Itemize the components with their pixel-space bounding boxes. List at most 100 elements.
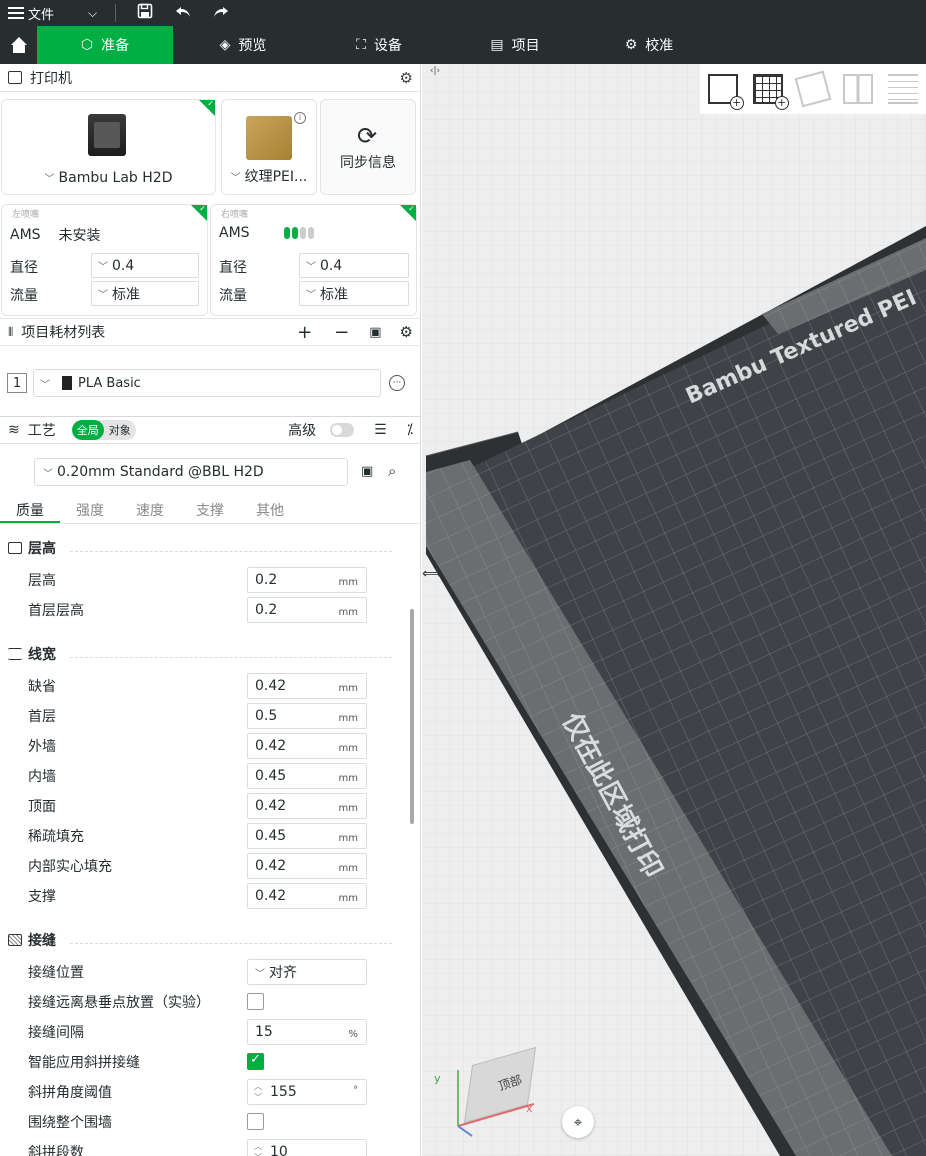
- sync-info-button[interactable]: ⟳ 同步信息: [320, 99, 416, 195]
- toggle-global[interactable]: 全局: [71, 420, 104, 440]
- more-options-icon[interactable]: ···: [389, 375, 405, 391]
- plate-type-card[interactable]: i ﹀ 纹理PEI...: [221, 99, 317, 195]
- printer-section-title: 打印机: [30, 70, 72, 87]
- add-cube-button[interactable]: +: [707, 74, 744, 110]
- list-view-icon[interactable]: ☰: [374, 422, 387, 438]
- scarf-seam-label: 智能应用斜拼接缝: [28, 1055, 140, 1071]
- process-preset-select[interactable]: ﹀ 0.20mm Standard @BBL H2D: [34, 458, 348, 486]
- ams-unit-icon[interactable]: [283, 227, 314, 239]
- advanced-switch[interactable]: [330, 423, 355, 437]
- param-label: 外墙: [28, 739, 56, 755]
- printer-settings-gear-icon[interactable]: ⚙: [400, 69, 413, 87]
- plus-icon: +: [774, 96, 789, 110]
- subtab-strength[interactable]: 强度: [60, 496, 120, 523]
- subtab-other[interactable]: 其他: [240, 496, 300, 523]
- tab-calibrate[interactable]: ⚙ 校准: [585, 26, 713, 64]
- build-plate[interactable]: Bambu Textured PEI 仅在此区域打印: [422, 64, 926, 1156]
- right-diameter-select[interactable]: ﹀ 0.4: [299, 253, 409, 278]
- orient-button[interactable]: [794, 70, 832, 108]
- 3d-viewport[interactable]: Bambu Textured PEI 仅在此区域打印 ‹|› ⟺ + + 顶部 …: [422, 64, 926, 1156]
- printer-model-card[interactable]: ﹀Bambu Lab H2D: [1, 99, 216, 195]
- left-diameter-select[interactable]: ﹀ 0.4: [91, 253, 199, 278]
- spinner-arrows-icon[interactable]: ︿﹀: [254, 1141, 262, 1156]
- add-filament-icon[interactable]: +: [297, 322, 312, 343]
- first-layer-height-input[interactable]: 0.2 mm: [247, 597, 367, 623]
- chevron-down-icon[interactable]: ﹀: [231, 173, 241, 184]
- entire-wall-label: 围绕整个围墙: [28, 1115, 112, 1131]
- filament-index[interactable]: 1: [7, 373, 27, 393]
- param-value: 0.45: [255, 768, 287, 784]
- param-label: 缺省: [28, 679, 56, 695]
- seam-gap-value: 15: [255, 1024, 273, 1040]
- scarf-steps-label: 斜拼段数: [28, 1145, 84, 1156]
- left-flow-select[interactable]: ﹀ 标准: [91, 281, 199, 306]
- param-value: 0.42: [255, 798, 287, 814]
- toggle-object[interactable]: 对象: [104, 420, 136, 440]
- collapse-panel-icon[interactable]: ‹|›: [426, 66, 444, 80]
- viewport-toolbar: + +: [700, 64, 926, 114]
- line-width-group: 线宽: [8, 644, 56, 664]
- navigation-cube[interactable]: 顶部 x y: [434, 1046, 537, 1137]
- tab-prepare[interactable]: ⬡ 准备: [37, 26, 173, 64]
- info-icon[interactable]: i: [294, 112, 306, 124]
- line-width-outer-wall-input[interactable]: 0.42 mm: [247, 733, 367, 759]
- param-unit: mm: [338, 893, 358, 904]
- layers-view-button[interactable]: [888, 74, 919, 104]
- undo-icon[interactable]: [164, 4, 202, 23]
- line-width-inner-wall-input[interactable]: 0.45 mm: [247, 763, 367, 789]
- search-icon[interactable]: ⌕: [388, 462, 396, 480]
- param-unit: mm: [338, 713, 358, 724]
- save-preset-icon[interactable]: ▣: [361, 464, 373, 479]
- left-diameter-label: 直径: [10, 260, 38, 276]
- left-flow-label: 流量: [10, 288, 38, 304]
- tab-device[interactable]: ⛶ 设备: [313, 26, 445, 64]
- spinner-arrows-icon[interactable]: ︿﹀: [254, 1081, 262, 1103]
- fit-view-button[interactable]: ⌖: [562, 1106, 594, 1138]
- tab-project[interactable]: ▤ 项目: [445, 26, 585, 64]
- save-icon[interactable]: [126, 3, 164, 23]
- seam-gap-input[interactable]: 15%: [247, 1019, 367, 1045]
- chevron-down-icon[interactable]: ⌵: [88, 6, 97, 21]
- line-width-solid-infill-input[interactable]: 0.42 mm: [247, 853, 367, 879]
- title-bar: 文件 ⌵: [0, 0, 926, 26]
- selected-check-icon: [199, 99, 215, 116]
- add-plate-button[interactable]: +: [752, 74, 789, 110]
- line-width-sparse-infill-input[interactable]: 0.45 mm: [247, 823, 367, 849]
- remove-filament-icon[interactable]: −: [334, 322, 349, 343]
- param-label: 支撑: [28, 889, 56, 905]
- chevron-down-icon[interactable]: ﹀: [45, 174, 55, 185]
- seam-away-checkbox[interactable]: [247, 993, 264, 1010]
- line-width-top-surface-input[interactable]: 0.42 mm: [247, 793, 367, 819]
- subtab-quality[interactable]: 质量: [0, 496, 60, 523]
- left-diameter-value: 0.4: [112, 257, 135, 274]
- compare-icon[interactable]: ⁒: [407, 422, 413, 438]
- line-width-first-layer-input[interactable]: 0.5 mm: [247, 703, 367, 729]
- subtab-speed[interactable]: 速度: [120, 496, 180, 523]
- scarf-steps-value: 10: [270, 1144, 288, 1156]
- line-width-default-input[interactable]: 0.42 mm: [247, 673, 367, 699]
- line-width-title: 线宽: [28, 647, 56, 663]
- filament-sync-icon[interactable]: ▣: [369, 325, 381, 340]
- scarf-steps-spinner[interactable]: ︿﹀ 10: [247, 1139, 367, 1156]
- tab-preview[interactable]: ◈ 预览: [173, 26, 313, 64]
- subtab-support[interactable]: 支撑: [180, 496, 240, 523]
- global-object-toggle[interactable]: 全局 对象: [71, 420, 136, 440]
- home-button[interactable]: [0, 26, 37, 64]
- arrange-button[interactable]: [843, 74, 874, 104]
- line-width-support-input[interactable]: 0.42 mm: [247, 883, 367, 909]
- plate-type-label: ﹀ 纹理PEI...: [222, 166, 316, 186]
- entire-wall-checkbox[interactable]: [247, 1113, 264, 1130]
- redo-icon[interactable]: [202, 4, 240, 23]
- right-flow-select[interactable]: ﹀ 标准: [299, 281, 409, 306]
- filament-select[interactable]: ﹀ PLA Basic: [33, 369, 381, 397]
- panel-scrollbar[interactable]: [410, 609, 414, 824]
- file-menu[interactable]: 文件: [0, 4, 54, 23]
- layer-height-input[interactable]: 0.2 mm: [247, 567, 367, 593]
- scarf-angle-spinner[interactable]: ︿ ﹀ 155 °: [247, 1079, 367, 1105]
- scarf-seam-checkbox[interactable]: [247, 1052, 264, 1070]
- seam-position-select[interactable]: ﹀ 对齐: [247, 959, 367, 985]
- divider: [70, 551, 392, 552]
- printer-icon: [8, 71, 22, 84]
- param-unit: mm: [338, 607, 358, 618]
- filament-settings-gear-icon[interactable]: ⚙: [400, 323, 413, 341]
